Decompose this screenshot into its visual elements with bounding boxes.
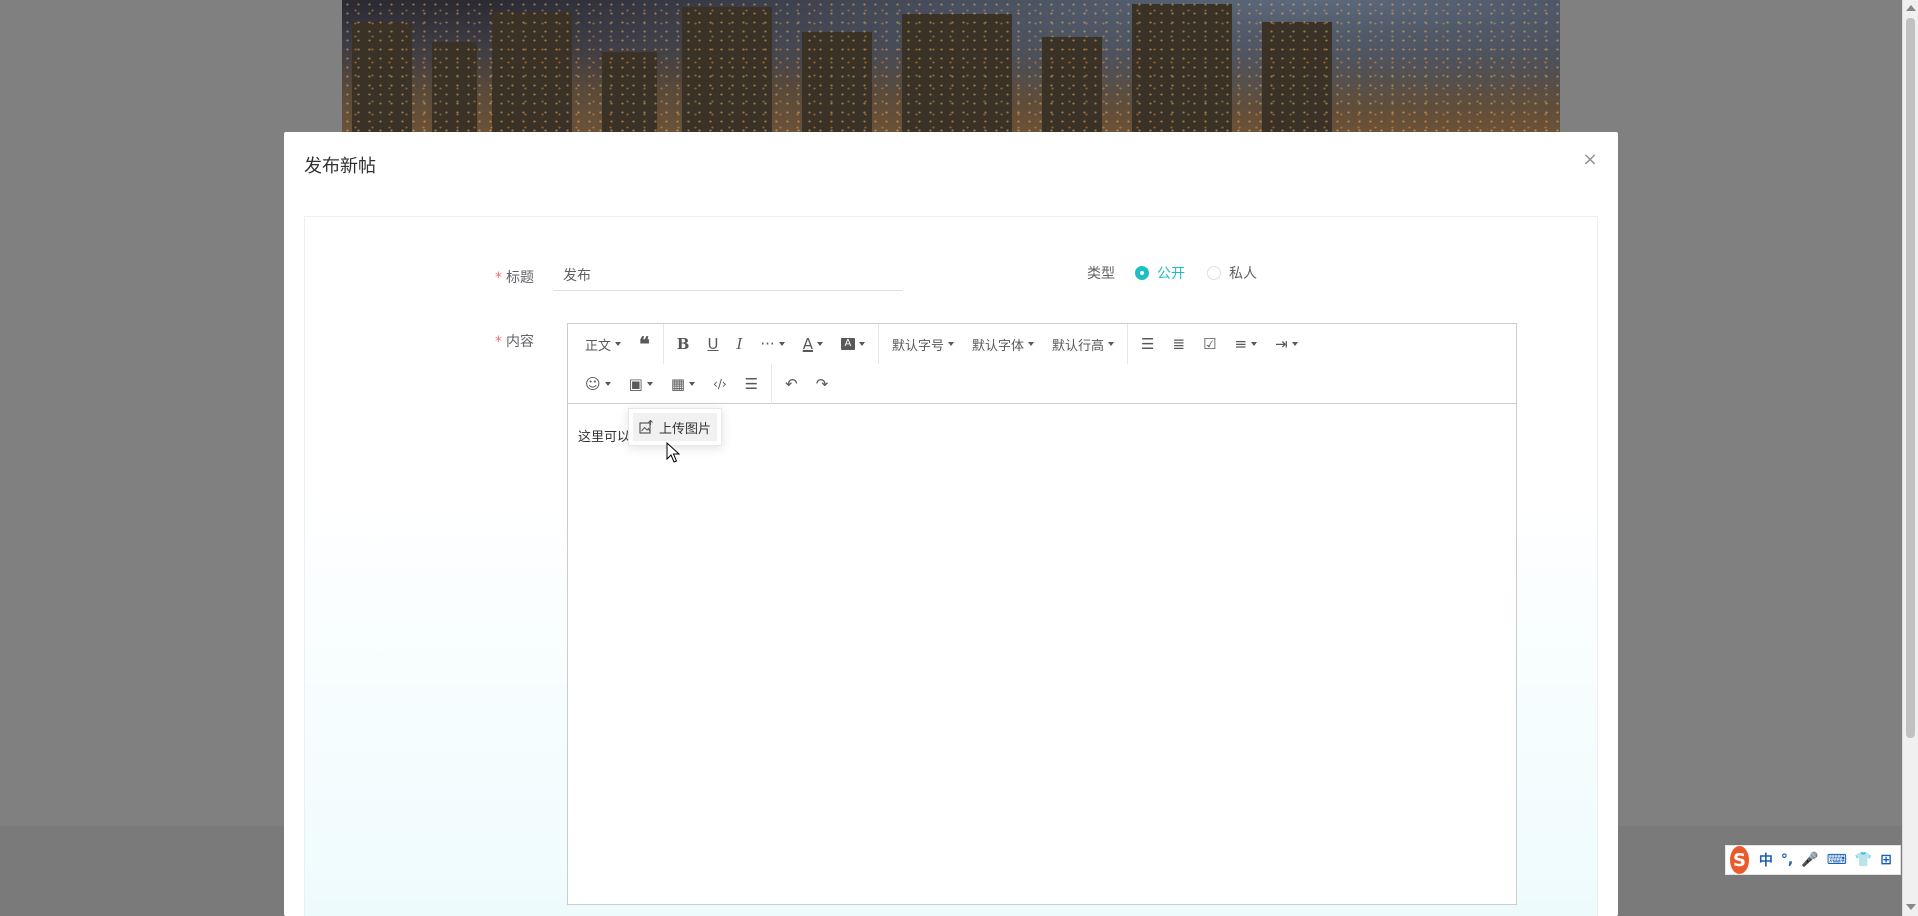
title-label: * 标题 xyxy=(495,270,534,286)
ime-punctuation-icon[interactable]: °, xyxy=(1781,852,1793,868)
todo-button[interactable]: ☑ xyxy=(1194,324,1225,364)
dialog-title: 发布新帖 xyxy=(304,156,376,177)
ime-chinese-mode[interactable]: 中 xyxy=(1759,850,1773,870)
undo-icon: ↶ xyxy=(785,374,798,393)
editor-placeholder: 这里可以 xyxy=(578,430,631,445)
mouse-cursor-icon xyxy=(666,442,680,463)
ime-toolbox-icon[interactable]: ⊞ xyxy=(1880,852,1892,868)
ime-keyboard-icon[interactable]: ⌨ xyxy=(1827,852,1847,868)
dialog-header: 发布新帖 × xyxy=(284,132,1618,196)
background-banner-image xyxy=(342,0,1560,132)
image-dropdown-menu: 上传图片 xyxy=(628,408,723,446)
ime-microphone-icon[interactable]: 🎤 xyxy=(1801,852,1818,868)
redo-icon: ↷ xyxy=(815,374,829,393)
undo-button[interactable]: ↶ xyxy=(776,364,807,404)
editor-toolbar: 正文 ❝ B U I ··· A A 默认字号 默认字体 默认行高 ☰ ≣ ☑ … xyxy=(568,324,1516,404)
heading-dropdown[interactable]: 正文 xyxy=(576,324,630,364)
italic-button[interactable]: I xyxy=(727,324,751,364)
underline-button[interactable]: U xyxy=(698,324,727,364)
scroll-down-icon[interactable] xyxy=(1906,904,1916,910)
bg-color-icon: A xyxy=(840,338,855,350)
quote-icon: ❝ xyxy=(639,332,650,356)
toolbar-row-1: 正文 ❝ B U I ··· A A 默认字号 默认字体 默认行高 ☰ ≣ ☑ … xyxy=(568,324,1307,364)
font-family-dropdown[interactable]: 默认字体 xyxy=(963,324,1043,364)
editor-content-area[interactable]: 这里可以 xyxy=(568,404,1516,904)
bold-button[interactable]: B xyxy=(668,324,699,364)
radio-dot-icon xyxy=(1207,266,1221,280)
bold-icon: B xyxy=(676,334,690,353)
page-scrollbar[interactable] xyxy=(1902,0,1918,916)
type-label: 类型 xyxy=(1087,266,1115,282)
font-color-dropdown[interactable]: A xyxy=(794,324,832,364)
emoji-dropdown[interactable]: ☺ xyxy=(576,364,620,404)
divider-icon: ☰ xyxy=(744,374,759,393)
sogou-logo-icon[interactable]: S xyxy=(1730,846,1749,874)
font-size-dropdown[interactable]: 默认字号 xyxy=(883,324,963,364)
more-dropdown[interactable]: ··· xyxy=(751,324,793,364)
align-left-icon: ≡ xyxy=(1234,334,1248,353)
underline-icon: U xyxy=(707,334,719,353)
scrollbar-thumb[interactable] xyxy=(1906,18,1915,738)
radio-public[interactable]: 公开 xyxy=(1135,263,1185,283)
image-dropdown[interactable]: ▣ xyxy=(620,364,662,404)
bullet-list-icon: ☰ xyxy=(1141,334,1155,353)
rich-text-editor: 正文 ❝ B U I ··· A A 默认字号 默认字体 默认行高 ☰ ≣ ☑ … xyxy=(567,323,1517,905)
toolbar-row-2: ☺ ▣ ▦ ‹/› ☰ ↶ ↷ xyxy=(568,364,837,404)
scroll-up-icon[interactable] xyxy=(1906,5,1916,11)
numbered-list-icon: ≣ xyxy=(1172,334,1186,353)
quote-button[interactable]: ❝ xyxy=(630,324,659,364)
indent-dropdown[interactable]: ⇥ xyxy=(1266,324,1307,364)
align-dropdown[interactable]: ≡ xyxy=(1226,324,1267,364)
table-dropdown[interactable]: ▦ xyxy=(662,364,704,404)
checkbox-icon: ☑ xyxy=(1203,334,1217,353)
ime-toolbar: S 中 °, 🎤 ⌨ 👕 ⊞ xyxy=(1725,845,1901,875)
redo-button[interactable]: ↷ xyxy=(807,364,838,404)
new-post-dialog: 发布新帖 × *标题 类型 公开 私人 *内容 正文 xyxy=(284,132,1618,916)
upload-image-icon xyxy=(639,420,653,434)
numbered-list-button[interactable]: ≣ xyxy=(1163,324,1194,364)
italic-icon: I xyxy=(736,334,743,353)
type-radio-group: 公开 私人 xyxy=(1135,263,1279,283)
indent-icon: ⇥ xyxy=(1275,334,1288,353)
font-color-icon: A xyxy=(802,334,813,353)
code-icon: ‹/› xyxy=(713,377,727,391)
line-height-dropdown[interactable]: 默认行高 xyxy=(1043,324,1123,364)
ime-skin-icon[interactable]: 👕 xyxy=(1855,852,1872,868)
bg-color-dropdown[interactable]: A xyxy=(832,324,874,364)
content-label: * 内容 xyxy=(495,334,534,350)
bullet-list-button[interactable]: ☰ xyxy=(1132,324,1163,364)
upload-image-menu-item[interactable]: 上传图片 xyxy=(633,413,718,441)
title-input[interactable] xyxy=(553,259,903,291)
image-icon: ▣ xyxy=(628,374,643,393)
close-icon[interactable]: × xyxy=(1582,151,1598,169)
more-icon: ··· xyxy=(760,334,775,353)
radio-dot-icon xyxy=(1135,266,1149,280)
divider-button[interactable]: ☰ xyxy=(736,364,767,404)
radio-private[interactable]: 私人 xyxy=(1207,263,1257,283)
table-icon: ▦ xyxy=(670,374,686,393)
code-button[interactable]: ‹/› xyxy=(704,364,736,404)
emoji-icon: ☺ xyxy=(585,374,601,393)
post-form: *标题 类型 公开 私人 *内容 正文 ❝ B xyxy=(304,216,1598,916)
